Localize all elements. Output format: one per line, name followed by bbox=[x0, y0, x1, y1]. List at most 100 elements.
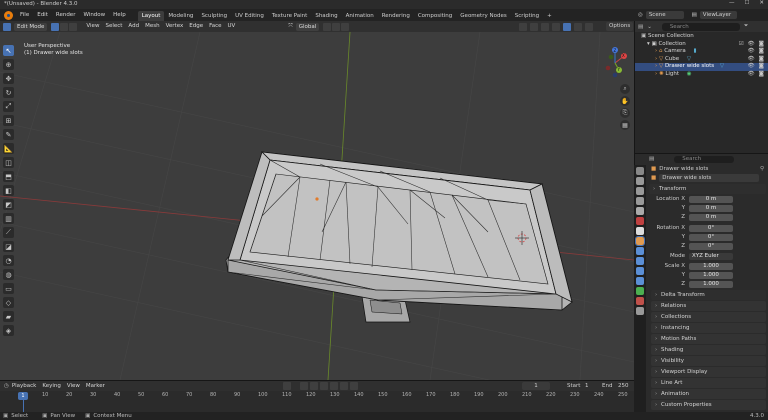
data-tab-icon[interactable] bbox=[636, 287, 644, 295]
shrink-fatten-tool-icon[interactable]: ◇ bbox=[3, 297, 14, 308]
options-button[interactable]: Options bbox=[606, 22, 634, 31]
knife-tool-icon[interactable]: ⟋ bbox=[3, 227, 14, 238]
menu-keying[interactable]: Keying bbox=[39, 381, 63, 391]
eye-icon[interactable]: 👁 bbox=[748, 63, 755, 71]
menu-file[interactable]: File bbox=[16, 9, 33, 21]
pin-icon[interactable]: ⚲ bbox=[760, 166, 764, 172]
section-motion-paths[interactable]: Motion Paths bbox=[651, 334, 766, 344]
location-z-field[interactable]: 0 m bbox=[689, 213, 733, 221]
pan-hand-icon[interactable]: ✋ bbox=[620, 96, 630, 106]
poly-build-tool-icon[interactable]: ◪ bbox=[3, 241, 14, 252]
viewport-scene[interactable] bbox=[0, 32, 634, 380]
jump-end-icon[interactable] bbox=[350, 382, 358, 390]
properties-search-input[interactable]: Search bbox=[674, 155, 735, 163]
location-y-field[interactable]: 0 m bbox=[689, 204, 733, 212]
scene-tab-icon[interactable] bbox=[636, 207, 644, 215]
object-tab-icon[interactable] bbox=[635, 236, 645, 246]
material-tab-icon[interactable] bbox=[636, 297, 644, 305]
start-frame-field[interactable]: 1 bbox=[585, 382, 589, 390]
snap-button[interactable] bbox=[332, 22, 341, 31]
playhead-frame-indicator[interactable]: 1 bbox=[18, 392, 28, 400]
tool-tab-icon[interactable] bbox=[636, 167, 644, 175]
menu-playback[interactable]: Playback bbox=[9, 381, 40, 391]
edge-slide-tool-icon[interactable]: ▭ bbox=[3, 283, 14, 294]
gizmo-button[interactable] bbox=[530, 23, 538, 31]
outliner-row-light[interactable]: › ✺ Light ◉ 👁 ◙ bbox=[635, 71, 768, 79]
menu-render[interactable]: Render bbox=[52, 9, 80, 21]
cursor-tool-icon[interactable]: ⊕ bbox=[3, 59, 14, 70]
camera-render-icon[interactable]: ◙ bbox=[759, 48, 764, 56]
menu-vertex[interactable]: Vertex bbox=[163, 21, 187, 32]
inset-tool-icon[interactable]: ◧ bbox=[3, 185, 14, 196]
tab-modeling[interactable]: Modeling bbox=[164, 11, 197, 21]
outliner-row-camera[interactable]: › ⌂ Camera ▮ 👁 ◙ bbox=[635, 48, 768, 56]
select-box-tool-icon[interactable]: ↖ bbox=[3, 45, 14, 56]
output-tab-icon[interactable] bbox=[636, 187, 644, 195]
location-x-field[interactable]: 0 m bbox=[689, 195, 733, 203]
physics-tab-icon[interactable] bbox=[636, 267, 644, 275]
section-shading[interactable]: Shading bbox=[651, 345, 766, 355]
camera-render-icon[interactable]: ◙ bbox=[759, 63, 764, 71]
section-collections[interactable]: Collections bbox=[651, 312, 766, 322]
annotate-tool-icon[interactable]: ✎ bbox=[3, 129, 14, 140]
section-viewport-display[interactable]: Viewport Display bbox=[651, 367, 766, 377]
tab-uv-editing[interactable]: UV Editing bbox=[231, 11, 268, 21]
jump-start-icon[interactable] bbox=[300, 382, 308, 390]
menu-help[interactable]: Help bbox=[109, 9, 130, 21]
texture-tab-icon[interactable] bbox=[636, 307, 644, 315]
section-transform[interactable]: Transform bbox=[649, 184, 766, 194]
section-delta-transform[interactable]: Delta Transform bbox=[651, 290, 766, 300]
render-tab-icon[interactable] bbox=[636, 177, 644, 185]
prev-keyframe-icon[interactable] bbox=[310, 382, 318, 390]
shear-tool-icon[interactable]: ▰ bbox=[3, 311, 14, 322]
move-tool-icon[interactable]: ✥ bbox=[3, 73, 14, 84]
properties-editor-icon[interactable]: ▤ bbox=[649, 156, 654, 162]
timeline-ruler[interactable]: 1102030405060708090100110120130140150160… bbox=[0, 392, 634, 412]
rendered-shading-button[interactable] bbox=[585, 23, 593, 31]
overlay-icons[interactable] bbox=[518, 23, 593, 31]
scale-z-field[interactable]: 1.000 bbox=[689, 280, 733, 288]
solid-shading-button[interactable] bbox=[563, 23, 571, 31]
add-cube-tool-icon[interactable]: ◫ bbox=[3, 157, 14, 168]
eye-icon[interactable]: 👁 bbox=[748, 71, 755, 79]
outliner-row-drawer-wide-slots[interactable]: › ▽ Drawer wide slots ▽ 👁 ◙ bbox=[635, 63, 768, 71]
rotation-z-field[interactable]: 0° bbox=[689, 242, 733, 250]
current-frame-field[interactable]: 1 bbox=[522, 382, 550, 390]
grid-view-icon[interactable]: ▦ bbox=[620, 120, 630, 130]
close-button[interactable]: ✕ bbox=[759, 0, 764, 6]
play-reverse-icon[interactable] bbox=[320, 382, 328, 390]
transform-tool-icon[interactable]: ⊞ bbox=[3, 115, 14, 126]
rotation-x-field[interactable]: 0° bbox=[689, 224, 733, 232]
maximize-button[interactable]: ☐ bbox=[744, 0, 749, 6]
object-name-field[interactable]: Drawer wide slots bbox=[659, 174, 760, 182]
menu-add[interactable]: Add bbox=[125, 21, 142, 32]
outliner-filter-funnel-icon[interactable]: ⏷ bbox=[744, 23, 748, 30]
outliner-filter-icon[interactable]: ⌄ bbox=[647, 24, 652, 30]
tab-layout[interactable]: Layout bbox=[137, 10, 165, 21]
transform-orientation-dropdown[interactable]: Global bbox=[295, 22, 320, 31]
outliner-row-collection[interactable]: ▾ ▣ Collection ☑ 👁 ◙ bbox=[635, 41, 768, 49]
menu-edge[interactable]: Edge bbox=[186, 21, 206, 32]
xray-button[interactable] bbox=[552, 23, 560, 31]
minimize-button[interactable]: — bbox=[729, 0, 735, 6]
edge-select-button[interactable] bbox=[60, 22, 69, 31]
camera-render-icon[interactable]: ◙ bbox=[759, 56, 764, 64]
tab-animation[interactable]: Animation bbox=[342, 11, 378, 21]
editor-type-icon[interactable] bbox=[3, 22, 11, 31]
section-custom-properties[interactable]: Custom Properties bbox=[651, 400, 766, 410]
menu-timeline-view[interactable]: View bbox=[64, 381, 83, 391]
world-tab-icon[interactable] bbox=[636, 217, 644, 225]
camera-render-icon[interactable]: ◙ bbox=[759, 71, 764, 79]
smooth-tool-icon[interactable]: ◍ bbox=[3, 269, 14, 280]
scene-selector[interactable]: Scene bbox=[645, 11, 684, 19]
tab-scripting[interactable]: Scripting bbox=[511, 11, 543, 21]
camera-render-icon[interactable]: ◙ bbox=[759, 41, 764, 49]
next-keyframe-icon[interactable] bbox=[340, 382, 348, 390]
camera-view-icon[interactable]: ⎘ bbox=[620, 108, 630, 118]
rip-region-tool-icon[interactable]: ◈ bbox=[3, 325, 14, 336]
menu-view[interactable]: View bbox=[83, 21, 102, 32]
tab-compositing[interactable]: Compositing bbox=[414, 11, 456, 21]
bevel-tool-icon[interactable]: ◩ bbox=[3, 199, 14, 210]
scale-tool-icon[interactable]: ⤢ bbox=[3, 101, 14, 112]
navigation-gizmo[interactable]: X Y Z bbox=[600, 46, 630, 80]
